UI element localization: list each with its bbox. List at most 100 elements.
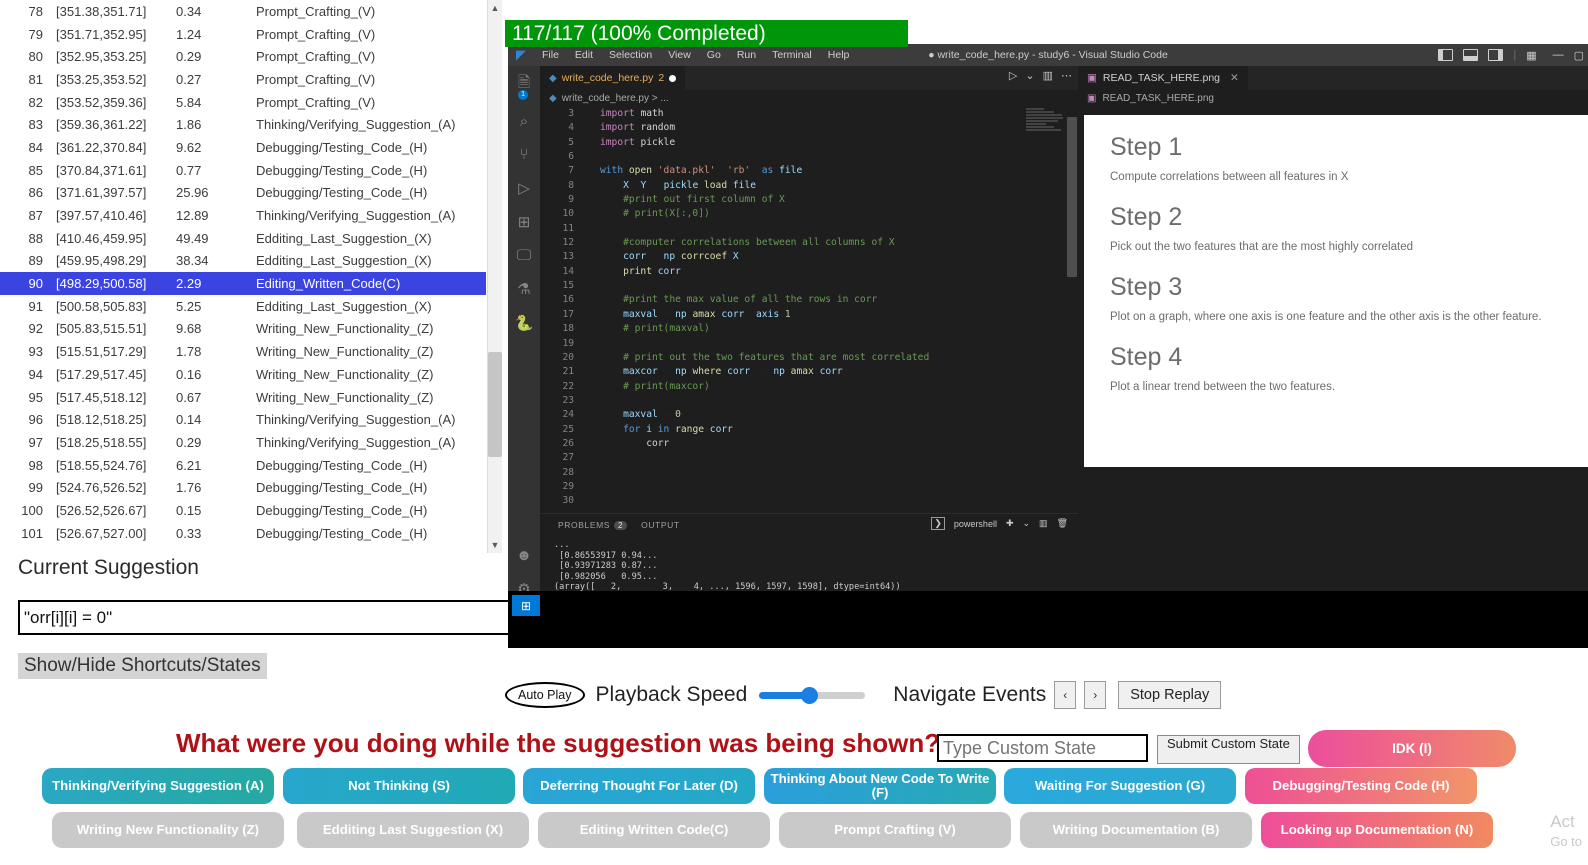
tab-read-task-here[interactable]: ▣ READ_TASK_HERE.png ✕	[1078, 66, 1248, 90]
toggle-secondary-sidebar-icon[interactable]	[1488, 49, 1503, 61]
state-button[interactable]: Writing New Functionality (Z)	[52, 812, 284, 848]
editor-tabbar[interactable]: ◆ write_code_here.py 2	[540, 66, 1078, 90]
table-row[interactable]: 97 [518.25,518.55] 0.29 Thinking/Verifying_…	[0, 431, 486, 454]
table-row[interactable]: 78 [351.38,351.71] 0.34 Prompt_Crafting_(V)	[0, 0, 486, 23]
state-button[interactable]: Thinking/Verifying Suggestion (A)	[42, 768, 274, 804]
table-row[interactable]: 83 [359.36,361.22] 1.86 Thinking/Verifying_…	[0, 113, 486, 136]
submit-custom-state-button[interactable]: Submit Custom State	[1157, 735, 1300, 764]
state-button[interactable]: Prompt Crafting (V)	[779, 812, 1011, 848]
scroll-up-icon[interactable]: ▲	[488, 0, 502, 16]
menu-help[interactable]: Help	[820, 49, 858, 61]
explorer-icon[interactable]: 🗎 1	[518, 72, 530, 97]
next-event-button[interactable]: ›	[1084, 681, 1106, 709]
event-list-panel[interactable]: 78 [351.38,351.71] 0.34 Prompt_Crafting_(V)…	[0, 0, 500, 553]
prev-event-button[interactable]: ‹	[1054, 681, 1076, 709]
close-icon[interactable]: ✕	[1230, 72, 1239, 84]
table-row[interactable]: 89 [459.95,498.29] 38.34 Edditing_Last_Sugg…	[0, 250, 486, 273]
state-button[interactable]: Not Thinking (S)	[283, 768, 515, 804]
table-row[interactable]: 82 [353.52,359.36] 5.84 Prompt_Crafting_(V)	[0, 91, 486, 114]
table-row[interactable]: 90 [498.29,500.58] 2.29 Editing_Written_Cod…	[0, 272, 486, 295]
menu-file[interactable]: File	[534, 49, 567, 61]
table-row[interactable]: 80 [352.95,353.25] 0.29 Prompt_Crafting_(V)	[0, 45, 486, 68]
state-button[interactable]: Deferring Thought For Later (D)	[523, 768, 755, 804]
menu-view[interactable]: View	[660, 49, 699, 61]
table-row[interactable]: 92 [505.83,515.51] 9.68 Writing_New_Functio…	[0, 318, 486, 341]
menu-run[interactable]: Run	[729, 49, 764, 61]
accounts-icon[interactable]: ☻	[516, 547, 532, 564]
preview-tabbar[interactable]: ▣ READ_TASK_HERE.png ✕	[1078, 66, 1588, 90]
windows-start-icon[interactable]: ⊞	[512, 595, 540, 616]
minimize-icon[interactable]: —	[1553, 49, 1564, 61]
code-editor[interactable]: 3 import math 4 import random 5 import pickle…	[540, 107, 1078, 513]
tab-output[interactable]: OUTPUT	[641, 520, 680, 530]
menu-go[interactable]: Go	[699, 49, 729, 61]
toggle-primary-sidebar-icon[interactable]	[1438, 49, 1453, 61]
table-row[interactable]: 85 [370.84,371.61] 0.77 Debugging/Testing_C…	[0, 159, 486, 182]
idk-button[interactable]: IDK (I)	[1308, 730, 1516, 767]
table-row[interactable]: 93 [515.51,517.29] 1.78 Writing_New_Functio…	[0, 340, 486, 363]
panel-right-actions[interactable]: ❯ powershell ✚ ⌄ ▥ 🗑	[931, 517, 1068, 530]
state-button[interactable]: Waiting For Suggestion (G)	[1004, 768, 1236, 804]
table-row[interactable]: 81 [353.25,353.52] 0.27 Prompt_Crafting_(V)	[0, 68, 486, 91]
new-terminal-icon[interactable]: ✚	[1006, 518, 1014, 529]
scrollbar-thumb[interactable]	[488, 352, 502, 457]
table-row[interactable]: 88 [410.46,459.95] 49.49 Edditing_Last_Sugg…	[0, 227, 486, 250]
state-button[interactable]: Edditing Last Suggestion (X)	[297, 812, 529, 848]
toggle-panel-icon[interactable]	[1463, 49, 1478, 61]
state-button[interactable]: Looking up Documentation (N)	[1261, 812, 1493, 848]
tab-problems[interactable]: PROBLEMS 2	[558, 520, 627, 530]
table-row[interactable]: 94 [517.29,517.45] 0.16 Writing_New_Functio…	[0, 363, 486, 386]
show-hide-shortcuts-button[interactable]: Show/Hide Shortcuts/States	[18, 653, 267, 679]
kill-terminal-icon[interactable]: 🗑	[1057, 518, 1068, 529]
split-editor-icon[interactable]: ▥	[1043, 69, 1053, 82]
preview-breadcrumb[interactable]: ▣ READ_TASK_HERE.png	[1078, 90, 1588, 107]
scroll-down-icon[interactable]: ▼	[488, 537, 502, 553]
table-row[interactable]: 91 [500.58,505.83] 5.25 Edditing_Last_Sugge…	[0, 295, 486, 318]
table-row[interactable]: 101 [526.67,527.00] 0.33 Debugging/Testing_…	[0, 522, 486, 545]
table-row[interactable]: 86 [371.61,397.57] 25.96 Debugging/Testing_…	[0, 182, 486, 205]
remote-explorer-icon[interactable]: 🖵	[517, 247, 531, 264]
table-row[interactable]: 79 [351.71,352.95] 1.24 Prompt_Crafting_(V)	[0, 23, 486, 46]
table-row[interactable]: 98 [518.55,524.76] 6.21 Debugging/Testing_C…	[0, 454, 486, 477]
split-terminal-icon[interactable]: ▥	[1039, 518, 1048, 529]
table-row[interactable]: 84 [361.22,370.84] 9.62 Debugging/Testing_C…	[0, 136, 486, 159]
slider-knob[interactable]	[801, 687, 818, 704]
stop-replay-button[interactable]: Stop Replay	[1118, 681, 1221, 709]
editor-actions[interactable]: ▷ ⌄ ▥ ⋯	[1009, 69, 1072, 82]
menu-edit[interactable]: Edit	[567, 49, 601, 61]
terminal-shell-icon[interactable]: ❯	[931, 517, 945, 530]
editor-scrollbar[interactable]	[1065, 107, 1078, 513]
extensions-icon[interactable]: ⊞	[518, 213, 531, 231]
state-button[interactable]: Thinking About New Code To Write (F)	[764, 768, 996, 804]
editor-scrollbar-thumb[interactable]	[1067, 117, 1077, 277]
run-python-file-icon[interactable]: ▷	[1009, 69, 1017, 82]
activity-bar[interactable]: 🗎 1 ⌕ ⑂ ▷ ⊞ 🖵 ⚗ 🐍 ☻ ⚙	[508, 66, 540, 606]
event-table-scrollbar[interactable]: ▲ ▼	[487, 0, 502, 553]
testing-icon[interactable]: ⚗	[517, 280, 530, 298]
menu-selection[interactable]: Selection	[601, 49, 660, 61]
vscode-window-controls[interactable]: | ▦ — ▢	[1438, 49, 1584, 62]
table-row[interactable]: 100 [526.52,526.67] 0.15 Debugging/Testing_…	[0, 499, 486, 522]
source-control-icon[interactable]: ⑂	[519, 146, 528, 163]
customize-layout-icon[interactable]: ▦	[1526, 49, 1536, 62]
more-actions-icon[interactable]: ⋯	[1061, 69, 1072, 82]
table-row[interactable]: 99 [524.76,526.52] 1.76 Debugging/Testing_C…	[0, 476, 486, 499]
search-icon[interactable]: ⌕	[520, 113, 528, 130]
playback-speed-slider[interactable]	[759, 692, 865, 699]
table-row[interactable]: 87 [397.57,410.46] 12.89 Thinking/Verifying…	[0, 204, 486, 227]
table-row[interactable]: 96 [518.12,518.25] 0.14 Thinking/Verifying_…	[0, 408, 486, 431]
breadcrumb[interactable]: ◆ write_code_here.py > ...	[540, 90, 1078, 107]
maximize-icon[interactable]: ▢	[1574, 49, 1584, 62]
menu-terminal[interactable]: Terminal	[764, 49, 820, 61]
custom-state-input[interactable]	[937, 734, 1148, 762]
minimap[interactable]	[1022, 107, 1064, 513]
state-button[interactable]: Editing Written Code(C)	[538, 812, 770, 848]
run-dropdown-icon[interactable]: ⌄	[1025, 69, 1034, 82]
terminal-dropdown-icon[interactable]: ⌄	[1023, 518, 1031, 529]
run-debug-icon[interactable]: ▷	[518, 179, 530, 197]
python-icon[interactable]: 🐍	[515, 314, 534, 332]
state-button[interactable]: Writing Documentation (B)	[1020, 812, 1252, 848]
tab-write-code-here[interactable]: ◆ write_code_here.py 2	[540, 66, 686, 90]
auto-play-button[interactable]: Auto Play	[505, 682, 585, 708]
state-button[interactable]: Debugging/Testing Code (H)	[1245, 768, 1477, 804]
